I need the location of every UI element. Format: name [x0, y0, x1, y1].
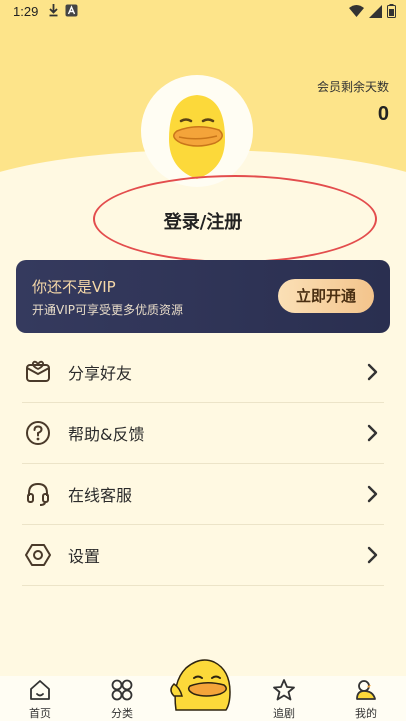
tab-label: 我的 [355, 707, 377, 720]
chevron-right-icon [367, 424, 378, 442]
settings-hexagon-icon [24, 541, 52, 569]
tab-label: 追剧 [273, 707, 295, 720]
profile-duck-icon [356, 680, 376, 700]
tab-label: 首页 [29, 707, 51, 720]
download-icon [49, 4, 58, 17]
headset-icon [24, 480, 52, 508]
tab-category[interactable]: 分类 [92, 676, 152, 721]
menu-item-label: 帮助&反馈 [68, 425, 145, 444]
category-grid-icon [111, 679, 133, 701]
avatar[interactable] [141, 75, 253, 187]
center-duck-button[interactable] [168, 652, 238, 712]
menu-item-label: 设置 [68, 547, 101, 566]
star-icon [273, 679, 295, 701]
membership-days-value: 0 [377, 103, 389, 125]
tab-label: 分类 [111, 707, 133, 720]
open-vip-button[interactable]: 立即开通 [278, 279, 374, 313]
app-notification-icon [65, 4, 78, 16]
tab-home[interactable]: 首页 [10, 676, 70, 721]
menu-list: 分享好友 帮助&反馈 在线客服 设置 [22, 342, 384, 586]
chevron-right-icon [367, 546, 378, 564]
login-register-button[interactable]: 登录/注册 [0, 208, 406, 234]
menu-item-help-feedback[interactable]: 帮助&反馈 [22, 403, 384, 464]
status-time: 1:29 [13, 4, 39, 19]
status-bar: 1:29 [0, 0, 406, 24]
wifi-icon [349, 5, 364, 17]
membership-days-label: 会员剩余天数 [316, 80, 389, 94]
signal-icon [369, 4, 382, 18]
chevron-right-icon [367, 363, 378, 381]
battery-icon [387, 4, 396, 18]
vip-subtitle: 开通VIP可享受更多优质资源 [32, 303, 183, 317]
vip-card: 你还不是VIP 开通VIP可享受更多优质资源 立即开通 [16, 260, 390, 333]
home-icon [30, 680, 50, 700]
duck-avatar-icon [169, 95, 225, 179]
menu-item-label: 分享好友 [68, 364, 133, 383]
tab-mine[interactable]: 我的 [336, 676, 396, 721]
menu-item-online-service[interactable]: 在线客服 [22, 464, 384, 525]
chevron-right-icon [367, 485, 378, 503]
menu-item-share-friends[interactable]: 分享好友 [22, 342, 384, 403]
help-question-icon [24, 419, 52, 447]
menu-item-settings[interactable]: 设置 [22, 525, 384, 586]
tab-follow-drama[interactable]: 追剧 [254, 676, 314, 721]
vip-title: 你还不是VIP [32, 278, 116, 296]
share-envelope-icon [24, 358, 52, 386]
menu-item-label: 在线客服 [68, 486, 133, 505]
